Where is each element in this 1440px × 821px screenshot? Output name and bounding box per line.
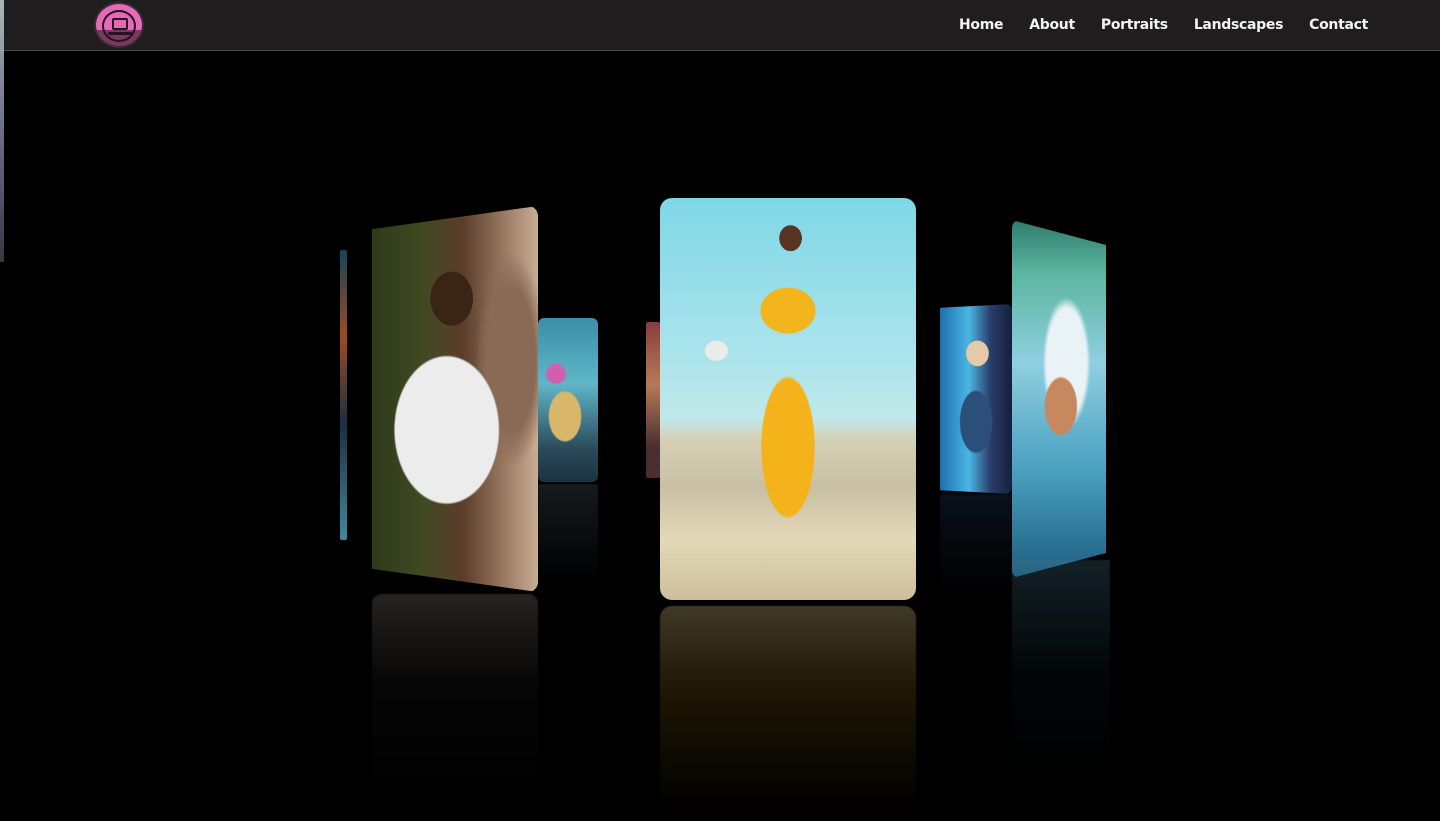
carousel-card-edge-right[interactable]	[0, 0, 4, 262]
logo-base	[108, 32, 132, 35]
gallery-card-portrait-man[interactable]	[372, 206, 538, 592]
card-reflection	[538, 484, 598, 584]
card-reflection	[940, 494, 1012, 594]
camera-badge-icon	[112, 18, 128, 30]
card-reflection	[1012, 560, 1110, 780]
gallery-card-portrait-sunglasses[interactable]	[538, 318, 598, 482]
gallery-card-edge-center[interactable]	[646, 322, 660, 478]
navbar: Home About Portraits Landscapes Contact	[0, 0, 1440, 51]
nav-link-landscapes[interactable]: Landscapes	[1194, 17, 1284, 33]
nav-link-contact[interactable]: Contact	[1309, 17, 1368, 33]
card-reflection	[660, 606, 916, 816]
gallery-card-portrait-yellow-tracksuit[interactable]	[660, 198, 916, 600]
nav-menu: Home About Portraits Landscapes Contact	[959, 0, 1368, 50]
nav-link-home[interactable]: Home	[959, 17, 1004, 33]
logo[interactable]	[94, 2, 144, 48]
nav-link-about[interactable]: About	[1029, 17, 1075, 33]
carousel-card-edge-left[interactable]	[340, 250, 347, 540]
nav-link-portraits[interactable]: Portraits	[1101, 17, 1168, 33]
gallery-card-portrait-blonde[interactable]	[940, 304, 1012, 494]
card-reflection	[372, 594, 538, 814]
gallery-card-portrait-water[interactable]	[1012, 220, 1106, 578]
